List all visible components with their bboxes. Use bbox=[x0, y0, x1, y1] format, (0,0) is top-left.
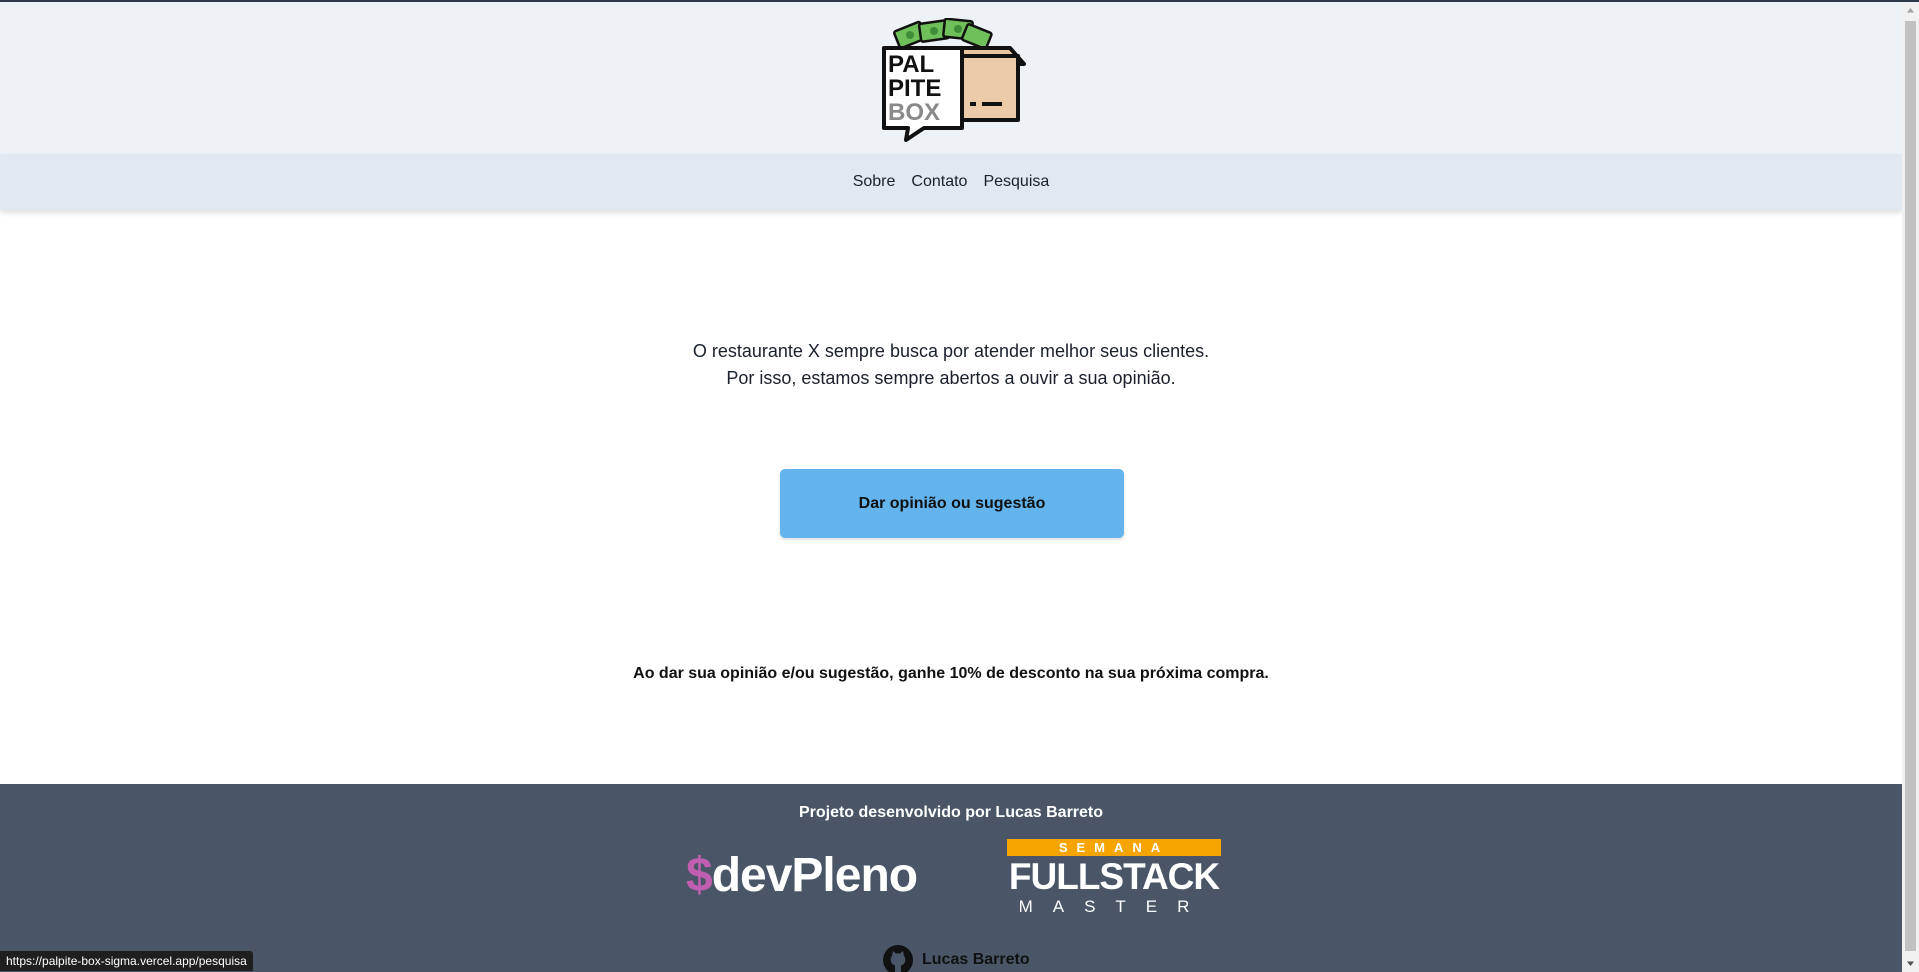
fullstack-title: FULLSTACK bbox=[1008, 856, 1220, 897]
devpleno-text: devPleno bbox=[711, 849, 918, 902]
site-header: PAL PITE BOX bbox=[0, 2, 1902, 154]
footer-credit: Projeto desenvolvido por Lucas Barreto bbox=[798, 804, 1104, 821]
github-icon bbox=[883, 945, 913, 972]
main-nav: Sobre Contato Pesquisa bbox=[0, 154, 1902, 210]
nav-link-contato[interactable]: Contato bbox=[911, 173, 967, 191]
devpleno-dollar: $ bbox=[686, 849, 713, 902]
devpleno-logo[interactable]: $devPleno bbox=[686, 848, 918, 904]
site-footer: Projeto desenvolvido por Lucas Barreto $… bbox=[0, 784, 1902, 972]
github-name: Lucas Barreto bbox=[922, 951, 1030, 968]
nav-link-sobre[interactable]: Sobre bbox=[853, 173, 896, 191]
logo-text-1: PAL bbox=[888, 51, 934, 78]
intro-line-1: O restaurante X sempre busca por atender… bbox=[692, 341, 1210, 361]
speech-bubble-icon: PAL PITE BOX bbox=[882, 46, 964, 142]
discount-promo-text: Ao dar sua opinião e/ou sugestão, ganhe … bbox=[633, 665, 1269, 682]
logo-text-2: PITE bbox=[888, 75, 941, 102]
scrollbar-thumb[interactable] bbox=[1905, 21, 1916, 951]
fullstack-master-logo[interactable]: SEMANA FULLSTACK MASTER bbox=[1007, 839, 1221, 918]
intro-line-2: Por isso, estamos sempre abertos a ouvir… bbox=[726, 368, 1176, 388]
scroll-up-arrow-icon[interactable] bbox=[1902, 2, 1919, 19]
logo-text-3: BOX bbox=[888, 99, 940, 126]
scroll-down-arrow-icon[interactable] bbox=[1902, 955, 1919, 972]
github-link[interactable]: Lucas Barreto bbox=[882, 944, 1030, 972]
palpite-box-logo[interactable]: PAL PITE BOX bbox=[878, 18, 1028, 142]
page: PAL PITE BOX Sobre Contato Pesquisa O re… bbox=[0, 0, 1902, 972]
fullstack-semana: SEMANA bbox=[1007, 839, 1221, 856]
give-feedback-button[interactable]: Dar opinião ou sugestão bbox=[780, 469, 1124, 538]
vertical-scrollbar[interactable] bbox=[1902, 2, 1919, 972]
fullstack-master: MASTER bbox=[1018, 897, 1210, 916]
money-bills-icon bbox=[893, 18, 993, 50]
intro-text: O restaurante X sempre busca por atender… bbox=[0, 338, 1902, 392]
browser-status-url: https://palpite-box-sigma.vercel.app/pes… bbox=[0, 951, 253, 971]
nav-link-pesquisa[interactable]: Pesquisa bbox=[983, 173, 1049, 191]
